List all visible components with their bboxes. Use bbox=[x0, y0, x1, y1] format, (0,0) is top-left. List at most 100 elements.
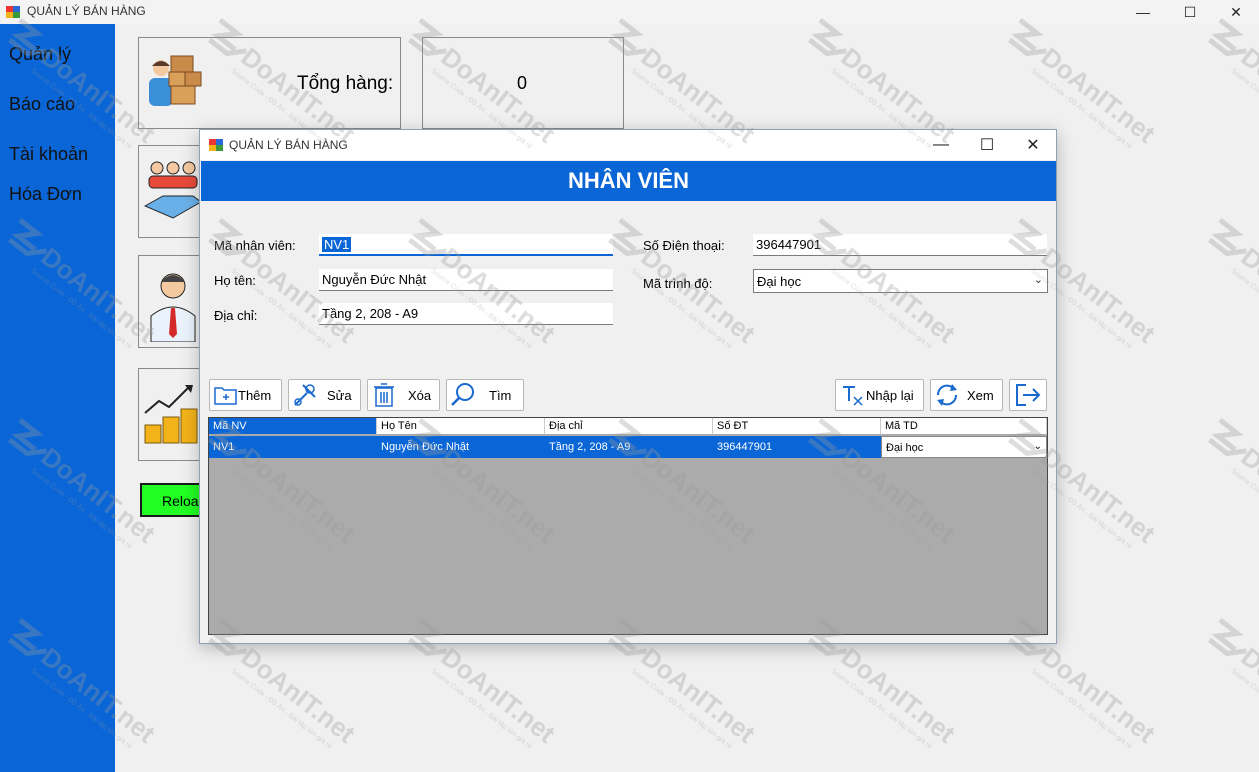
sidebar-item-hoa-don[interactable]: Hóa Đơn bbox=[9, 184, 82, 205]
phone-input[interactable]: 396447901 bbox=[753, 234, 1047, 256]
search-button[interactable]: Tìm bbox=[446, 379, 524, 411]
watermark-tagline: Source Code - Đồ Án - Bài tập lớn giá rẻ bbox=[429, 666, 534, 751]
watermark-tile: DoAnIT.netSource Code - Đồ Án - Bài tập … bbox=[1208, 18, 1259, 151]
watermark-brand: DoAnIT.net bbox=[836, 641, 962, 748]
delivery-person-icon bbox=[149, 55, 202, 106]
employee-id-label: Mã nhân viên: bbox=[214, 238, 296, 253]
dialog-titlebar: QUẢN LÝ BÁN HÀNG — ☐ ✕ bbox=[200, 130, 1056, 160]
add-button-label: Thêm bbox=[238, 387, 272, 403]
chevron-down-icon: ⌄ bbox=[1033, 441, 1042, 452]
edit-button[interactable]: Sửa bbox=[288, 379, 361, 411]
employee-icon bbox=[150, 273, 196, 342]
name-label: Họ tên: bbox=[214, 273, 256, 288]
sidebar-item-quan-ly[interactable]: Quản lý bbox=[9, 44, 71, 65]
address-input[interactable]: Tầng 2, 208 - A9 bbox=[319, 303, 613, 325]
column-header-so-dt[interactable]: Số ĐT bbox=[713, 418, 881, 435]
watermark-tagline: Source Code - Đồ Án - Bài tập lớn giá rẻ bbox=[1229, 66, 1259, 151]
cell-dia-chi: Tầng 2, 208 - A9 bbox=[549, 441, 631, 453]
column-header-ma-nv[interactable]: Mã NV bbox=[209, 418, 377, 435]
dialog-title: QUẢN LÝ BÁN HÀNG bbox=[229, 138, 348, 152]
watermark-tagline: Source Code - Đồ Án - Bài tập lớn giá rẻ bbox=[1229, 266, 1259, 351]
watermark-brand: DoAnIT.net bbox=[1236, 241, 1259, 348]
add-folder-icon bbox=[212, 381, 240, 409]
edit-button-label: Sửa bbox=[327, 387, 352, 403]
customers-hand-icon bbox=[143, 161, 202, 219]
cell-ma-td: Đại học bbox=[886, 442, 924, 454]
cell-so-dt: 396447901 bbox=[717, 441, 773, 453]
app-icon bbox=[6, 6, 20, 18]
page-title-banner: NHÂN VIÊN bbox=[201, 161, 1056, 201]
dialog-close-button[interactable]: ✕ bbox=[1010, 130, 1056, 160]
view-button-label: Xem bbox=[967, 387, 994, 403]
dialog-maximize-button[interactable]: ☐ bbox=[964, 130, 1010, 160]
revenue-coins-icon bbox=[144, 385, 198, 444]
column-header-dia-chi[interactable]: Địa chỉ bbox=[545, 418, 713, 435]
sidebar: Quản lý Báo cáo Tài khoản Hóa Đơn bbox=[0, 24, 115, 772]
reset-button[interactable]: Nhập lại bbox=[835, 379, 924, 411]
clear-format-icon bbox=[838, 381, 866, 409]
watermark-tagline: Source Code - Đồ Án - Bài tập lớn giá rẻ bbox=[829, 666, 934, 751]
column-header-ma-td[interactable]: Mã TD bbox=[881, 418, 1047, 435]
total-products-value: 0 bbox=[517, 73, 528, 93]
minimize-button[interactable]: — bbox=[1120, 0, 1166, 24]
watermark-brand: DoAnIT.net bbox=[1236, 441, 1259, 548]
watermark-brand: DoAnIT.net bbox=[436, 641, 562, 748]
dialog-app-icon bbox=[209, 139, 223, 151]
maximize-button[interactable]: ☐ bbox=[1167, 0, 1213, 24]
employee-grid[interactable]: Mã NV Họ Tên Địa chỉ Số ĐT Mã TD NV1 Ngu… bbox=[208, 417, 1048, 635]
refresh-icon bbox=[933, 381, 961, 409]
reset-button-label: Nhập lại bbox=[866, 387, 914, 403]
exit-icon bbox=[1014, 381, 1042, 409]
dialog-minimize-button[interactable]: — bbox=[918, 130, 964, 160]
name-input[interactable]: Nguyễn Đức Nhật bbox=[319, 269, 613, 291]
employee-dialog: QUẢN LÝ BÁN HÀNG — ☐ ✕ NHÂN VIÊN Mã nhân… bbox=[199, 129, 1057, 644]
main-titlebar: QUẢN LÝ BÁN HÀNG — ☐ ✕ bbox=[0, 0, 1259, 24]
chevron-down-icon: ⌄ bbox=[1033, 274, 1043, 286]
watermark-logo-icon bbox=[808, 18, 847, 56]
level-label: Mã trình độ: bbox=[643, 276, 713, 291]
watermark-logo-icon bbox=[1008, 18, 1047, 56]
watermark-tile: DoAnIT.netSource Code - Đồ Án - Bài tập … bbox=[1208, 618, 1259, 751]
products-tile: Tổng hàng: bbox=[138, 37, 401, 129]
exit-button[interactable] bbox=[1009, 379, 1047, 411]
sidebar-item-bao-cao[interactable]: Báo cáo bbox=[9, 94, 75, 115]
watermark-logo-icon bbox=[1208, 218, 1247, 256]
sidebar-item-tai-khoan[interactable]: Tài khoản bbox=[9, 144, 88, 165]
watermark-brand: DoAnIT.net bbox=[636, 641, 762, 748]
employee-id-value: NV1 bbox=[322, 237, 352, 252]
watermark-tagline: Source Code - Đồ Án - Bài tập lớn giá rẻ bbox=[229, 666, 334, 751]
watermark-tagline: Source Code - Đồ Án - Bài tập lớn giá rẻ bbox=[629, 666, 734, 751]
phone-label: Số Điện thoại: bbox=[643, 238, 725, 253]
cell-ma-td-select[interactable]: Đại học ⌄ bbox=[881, 436, 1047, 458]
grid-header: Mã NV Họ Tên Địa chỉ Số ĐT Mã TD bbox=[209, 418, 1047, 435]
watermark-tile: DoAnIT.netSource Code - Đồ Án - Bài tập … bbox=[1208, 418, 1259, 551]
watermark-logo-icon bbox=[1208, 418, 1247, 456]
watermark-brand: DoAnIT.net bbox=[1236, 641, 1259, 748]
search-button-label: Tìm bbox=[489, 387, 512, 403]
level-select-value: Đại học bbox=[757, 274, 802, 289]
add-button[interactable]: Thêm bbox=[209, 379, 282, 411]
delete-button-label: Xóa bbox=[408, 387, 432, 403]
watermark-brand: DoAnIT.net bbox=[1236, 41, 1259, 148]
customers-tile[interactable] bbox=[138, 145, 208, 238]
employees-tile[interactable] bbox=[138, 255, 208, 348]
watermark-logo-icon bbox=[1208, 18, 1247, 56]
main-window-title: QUẢN LÝ BÁN HÀNG bbox=[27, 4, 146, 18]
employee-id-input[interactable]: NV1 bbox=[319, 234, 613, 256]
total-value-tile: 0 bbox=[422, 37, 624, 129]
revenue-tile[interactable] bbox=[138, 368, 208, 461]
watermark-logo-icon bbox=[1208, 618, 1247, 656]
search-icon bbox=[449, 381, 477, 409]
trash-icon bbox=[370, 381, 398, 409]
delete-button[interactable]: Xóa bbox=[367, 379, 440, 411]
watermark-tagline: Source Code - Đồ Án - Bài tập lớn giá rẻ bbox=[1029, 666, 1134, 751]
watermark-tagline: Source Code - Đồ Án - Bài tập lớn giá rẻ bbox=[1229, 666, 1259, 751]
close-button[interactable]: ✕ bbox=[1213, 0, 1259, 24]
column-header-ho-ten[interactable]: Họ Tên bbox=[377, 418, 545, 435]
view-button[interactable]: Xem bbox=[930, 379, 1003, 411]
table-row[interactable]: NV1 Nguyễn Đức Nhật Tầng 2, 208 - A9 396… bbox=[209, 436, 1047, 458]
total-products-label: Tổng hàng: bbox=[297, 73, 394, 94]
tools-icon bbox=[291, 381, 319, 409]
address-label: Địa chỉ: bbox=[214, 308, 258, 323]
level-select[interactable]: Đại học ⌄ bbox=[753, 269, 1048, 293]
